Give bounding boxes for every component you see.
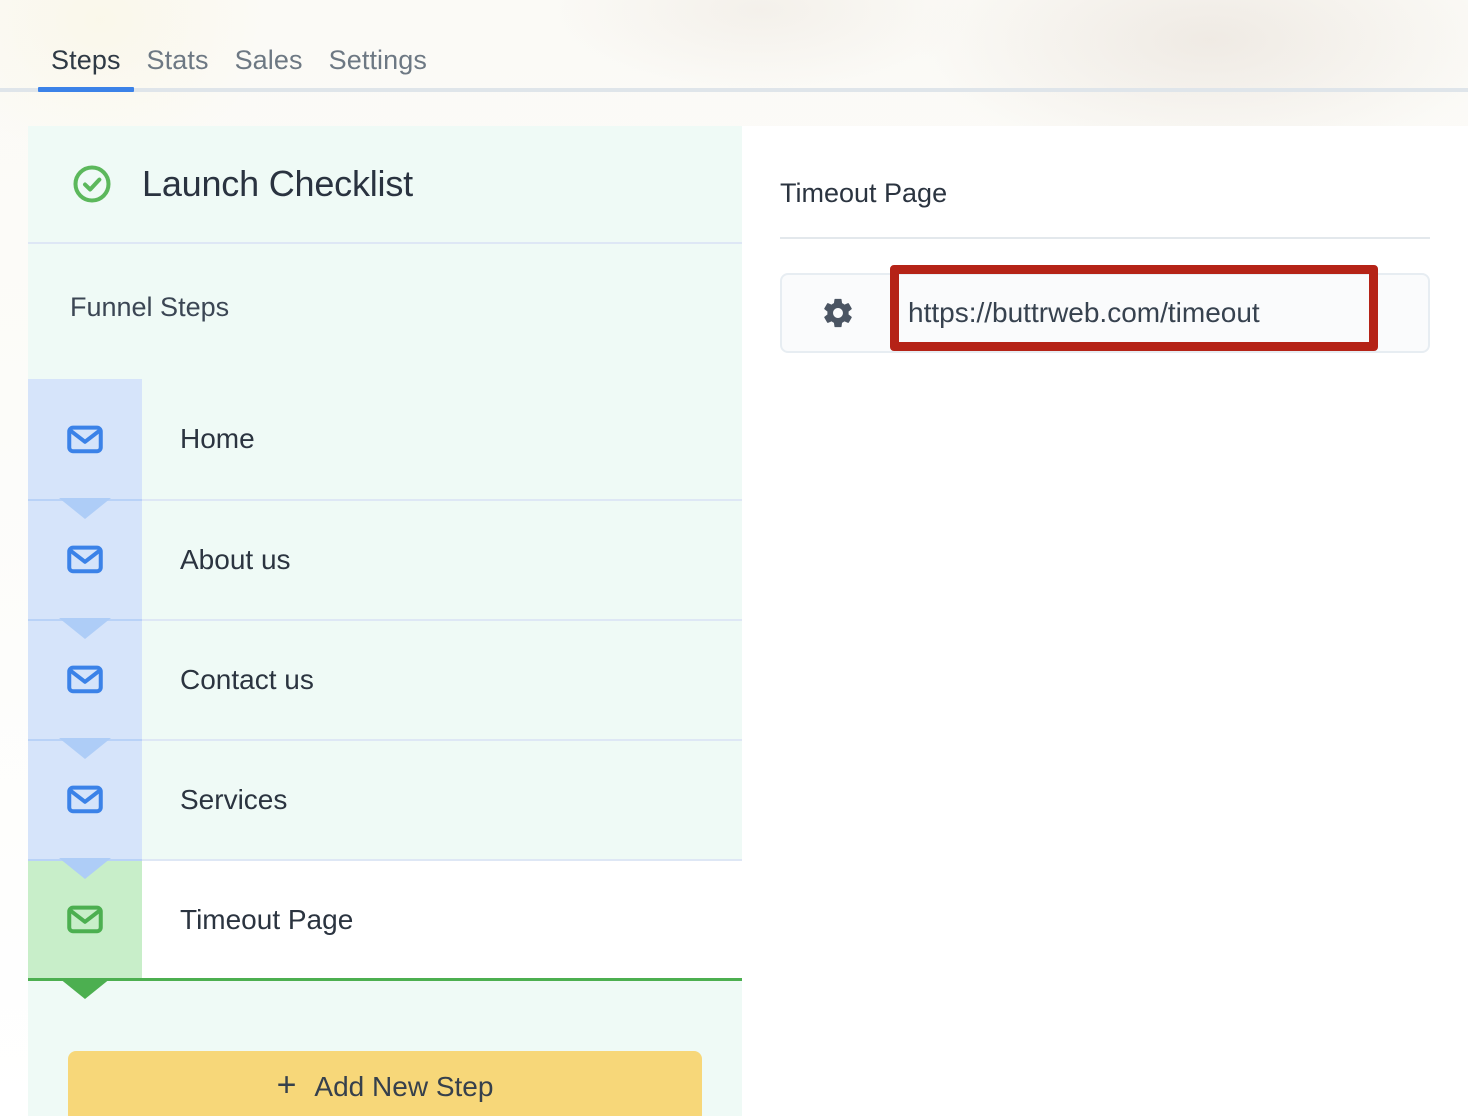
page-title: Launch Checklist (142, 163, 413, 204)
main-tabbar: Steps Stats Sales Settings (0, 0, 1468, 92)
step-body: About us (142, 499, 742, 619)
url-input[interactable] (894, 275, 1428, 351)
step-body: Services (142, 739, 742, 859)
step-row-timeout-page[interactable]: Timeout Page (28, 859, 742, 981)
step-body: Contact us (142, 619, 742, 739)
mail-icon (64, 538, 106, 580)
step-detail-panel: Timeout Page Control (742, 126, 1468, 1116)
step-row-services[interactable]: Services (28, 739, 742, 859)
step-icon-column (28, 379, 142, 499)
funnel-steps-label: Funnel Steps (70, 292, 230, 322)
url-settings-button[interactable] (782, 296, 894, 330)
step-row-contact-us[interactable]: Contact us (28, 619, 742, 739)
gear-icon (824, 298, 852, 328)
mail-icon (64, 658, 106, 700)
add-new-step-label: Add New Step (314, 1071, 494, 1102)
url-bar (780, 273, 1430, 353)
plus-icon: + (276, 1066, 297, 1104)
step-row-home[interactable]: Home (28, 379, 742, 499)
add-step-container: + Add New Step (28, 979, 742, 1116)
detail-divider (780, 237, 1430, 239)
step-label: About us (180, 544, 291, 575)
mail-icon (64, 778, 106, 820)
funnel-editor-page: Steps Stats Sales Settings Launch Checkl… (0, 0, 1468, 1116)
panel-header: Launch Checklist (28, 126, 742, 244)
step-label: Services (180, 784, 288, 815)
step-row-about-us[interactable]: About us (28, 499, 742, 619)
tab-sales[interactable]: Sales (222, 47, 316, 92)
selected-step-indicator (28, 978, 742, 981)
step-detail-title: Timeout Page (780, 178, 948, 208)
mail-icon (64, 418, 106, 460)
step-body: Home (142, 379, 742, 499)
tab-settings[interactable]: Settings (316, 47, 440, 92)
step-label: Timeout Page (180, 904, 354, 935)
add-new-step-button[interactable]: + Add New Step (68, 1051, 702, 1116)
funnel-steps-list: Home About us Contact us Services Timeou… (28, 379, 742, 981)
check-circle-icon (70, 162, 114, 206)
tab-stats[interactable]: Stats (134, 47, 222, 92)
mail-icon (64, 898, 106, 940)
tab-steps[interactable]: Steps (38, 47, 134, 92)
step-label: Contact us (180, 664, 314, 695)
step-body: Timeout Page (142, 859, 742, 979)
step-label: Home (180, 423, 255, 454)
funnel-steps-panel: Launch Checklist Funnel Steps Home About… (28, 126, 742, 1116)
